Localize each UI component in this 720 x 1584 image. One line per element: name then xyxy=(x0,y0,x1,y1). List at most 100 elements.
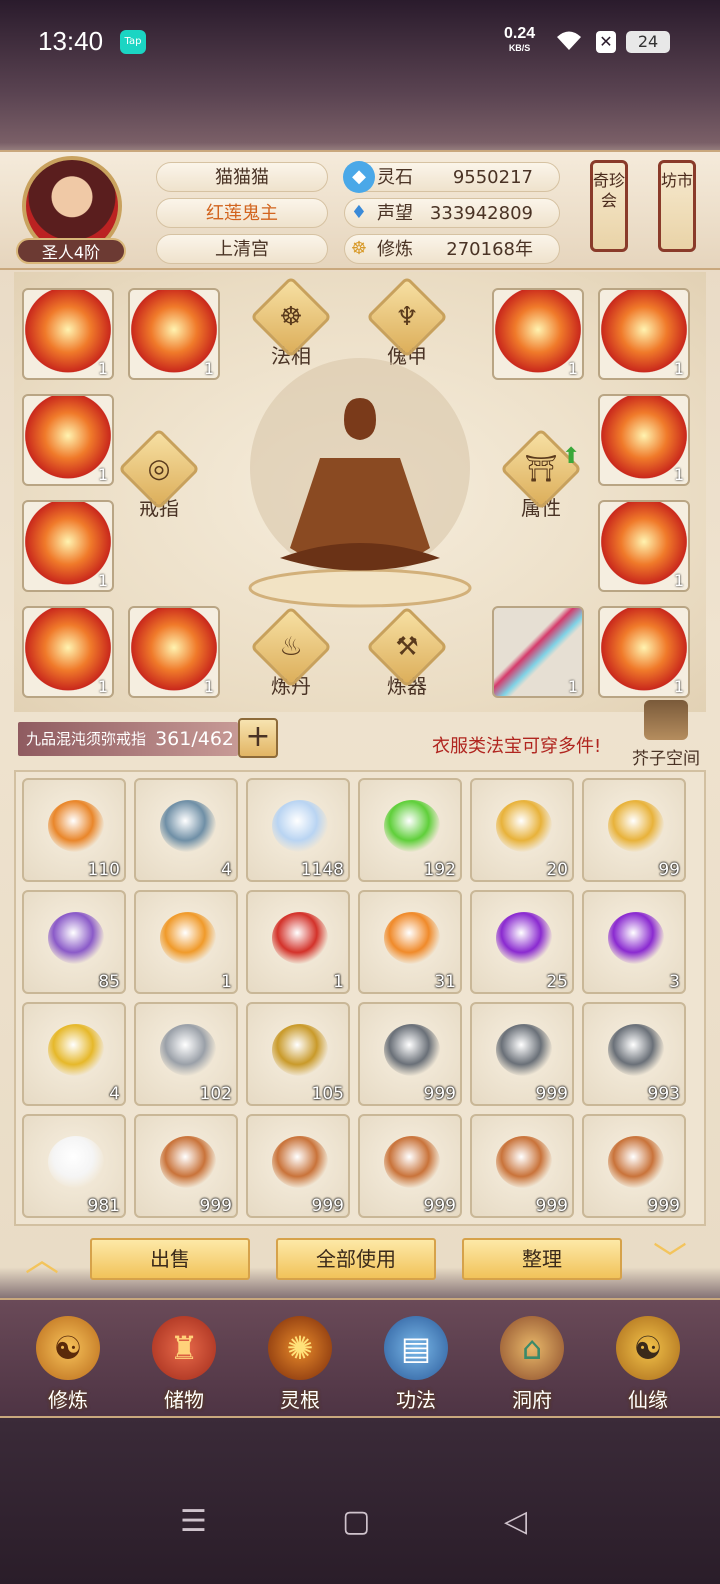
inventory-item[interactable]: 999 xyxy=(358,1114,462,1218)
close-notification-icon: ✕ xyxy=(596,31,616,53)
equip-slot[interactable]: 1 xyxy=(22,394,114,486)
book-icon: ▤ xyxy=(384,1316,448,1380)
equip-slot[interactable]: 1 xyxy=(598,606,690,698)
page-up-icon[interactable]: ︿ xyxy=(12,1240,72,1280)
equip-slot[interactable]: 1 xyxy=(598,500,690,592)
inventory-item[interactable]: 999 xyxy=(470,1002,574,1106)
equip-slot[interactable]: 1 xyxy=(22,606,114,698)
nav-immortal-fate[interactable]: ☯ 仙缘 xyxy=(598,1316,698,1416)
gold-cloud-icon xyxy=(608,800,664,852)
orange-ore-icon xyxy=(48,800,104,852)
equip-slot[interactable]: 1 xyxy=(22,500,114,592)
dharma-form-button[interactable]: ☸ 法相 xyxy=(249,275,333,369)
sort-button[interactable]: 整理 xyxy=(462,1238,622,1280)
forging-button[interactable]: ⚒ 炼器 xyxy=(365,605,449,699)
inventory-item[interactable]: 1 xyxy=(134,890,238,994)
cave-icon: ⌂ xyxy=(500,1316,564,1380)
puppet-armor-button[interactable]: ♆ 傀甲 xyxy=(365,275,449,369)
puppet-armor-icon: ♆ xyxy=(395,302,419,332)
clock: 13:40 xyxy=(38,26,104,56)
inventory-item[interactable]: 20 xyxy=(470,778,574,882)
inventory-item[interactable]: 999 xyxy=(134,1114,238,1218)
nav-spirit-root[interactable]: ✺ 灵根 xyxy=(250,1316,350,1416)
inventory-item[interactable]: 981 xyxy=(22,1114,126,1218)
network-speed: 0.24 KB/S xyxy=(504,25,536,54)
alchemy-button[interactable]: ♨ 炼丹 xyxy=(249,605,333,699)
player-sect: 上清宫 xyxy=(156,234,328,264)
sell-button[interactable]: 出售 xyxy=(90,1238,250,1280)
use-all-button[interactable]: 全部使用 xyxy=(276,1238,436,1280)
nav-cave[interactable]: ⌂ 洞府 xyxy=(482,1316,582,1416)
inventory-item[interactable]: 102 xyxy=(134,1002,238,1106)
inventory-item[interactable]: 1 xyxy=(246,890,350,994)
spirit-root-icon: ✺ xyxy=(268,1316,332,1380)
attributes-button[interactable]: ⛩ ⬆ 属性 xyxy=(499,427,583,521)
ginseng-icon xyxy=(272,1136,328,1188)
inventory-item[interactable]: 85 xyxy=(22,890,126,994)
player-name: 猫猫猫 xyxy=(156,162,328,192)
silver-stone-icon xyxy=(160,1024,216,1076)
inventory-item[interactable]: 1148 xyxy=(246,778,350,882)
white-lily-icon xyxy=(48,1136,104,1188)
inventory-item[interactable]: 4 xyxy=(134,778,238,882)
storage-space-button[interactable]: 芥子空间 xyxy=(628,700,704,770)
white-orb-icon xyxy=(272,800,328,852)
inventory-item[interactable]: 999 xyxy=(358,1002,462,1106)
stat-spirit-stone: ◆ 灵石 9550217 xyxy=(343,161,560,193)
equip-slot[interactable]: 1 xyxy=(598,288,690,380)
gourd-icon: ☯ xyxy=(616,1316,680,1380)
inventory-item[interactable]: 25 xyxy=(470,890,574,994)
purple-crystal-ball-icon xyxy=(608,912,664,964)
home-icon[interactable]: ▢ xyxy=(342,1504,370,1539)
equip-slot-sword[interactable]: 1 xyxy=(492,606,584,698)
anvil-icon: ⚒ xyxy=(395,632,419,662)
nav-techniques[interactable]: ▤ 功法 xyxy=(366,1316,466,1416)
gold-cloud-icon xyxy=(496,800,552,852)
inventory-item[interactable]: 99 xyxy=(582,778,686,882)
green-orb-icon xyxy=(384,800,440,852)
treasure-market-scroll[interactable]: 奇珍会 xyxy=(590,160,628,252)
inventory-item[interactable]: 31 xyxy=(358,890,462,994)
dharma-form-icon: ☸ xyxy=(279,302,303,332)
purple-cloud-icon xyxy=(48,912,104,964)
cauldron-icon: ♨ xyxy=(279,632,303,662)
equip-slot[interactable]: 1 xyxy=(128,606,220,698)
status-bar: 13:40 Tap 0.24 KB/S ✕ 24 xyxy=(0,0,720,88)
ring-icon: ◎ xyxy=(147,454,171,484)
stat-cultivation: ☸ 修炼 270168年 xyxy=(344,234,560,264)
equip-slot[interactable]: 1 xyxy=(22,288,114,380)
inventory-item[interactable]: 105 xyxy=(246,1002,350,1106)
ring-capacity-bar: 九品混沌须弥戒指 361/462 xyxy=(18,722,238,756)
equip-slot[interactable]: 1 xyxy=(492,288,584,380)
player-title: 红莲鬼主 xyxy=(156,198,328,228)
inventory-item[interactable]: 999 xyxy=(246,1114,350,1218)
inventory-item[interactable]: 192 xyxy=(358,778,462,882)
orange-cloud-icon xyxy=(384,912,440,964)
ring-button[interactable]: ◎ 戒指 xyxy=(117,427,201,521)
inventory-item[interactable]: 3 xyxy=(582,890,686,994)
blue-orb-icon xyxy=(160,800,216,852)
purple-crystal-ball-icon xyxy=(496,912,552,964)
market-scroll[interactable]: 坊市 xyxy=(658,160,696,252)
back-icon[interactable]: ◁ xyxy=(504,1504,527,1539)
nav-cultivate[interactable]: ☯ 修炼 xyxy=(18,1316,118,1416)
upgrade-arrow-icon: ⬆ xyxy=(562,444,581,469)
inventory-item[interactable]: 999 xyxy=(582,1114,686,1218)
equip-slot[interactable]: 1 xyxy=(128,288,220,380)
gold-ore-icon xyxy=(272,1024,328,1076)
inventory-item[interactable]: 999 xyxy=(470,1114,574,1218)
system-nav-bar: ☰ ▢ ◁ xyxy=(0,1490,720,1560)
nav-storage[interactable]: ♜ 储物 xyxy=(134,1316,234,1416)
tap-app-icon: Tap xyxy=(120,30,146,54)
inventory-item[interactable]: 110 xyxy=(22,778,126,882)
orange-talisman-icon xyxy=(160,912,216,964)
page-down-icon[interactable]: ﹀ xyxy=(640,1240,700,1280)
inventory-item[interactable]: 4 xyxy=(22,1002,126,1106)
inventory-item[interactable]: 993 xyxy=(582,1002,686,1106)
ginseng-icon xyxy=(384,1136,440,1188)
equip-slot[interactable]: 1 xyxy=(598,394,690,486)
monk-icon: ☯ xyxy=(36,1316,100,1380)
expand-capacity-button[interactable]: + xyxy=(238,718,278,758)
menu-icon[interactable]: ☰ xyxy=(180,1504,207,1539)
wifi-icon xyxy=(557,31,581,50)
